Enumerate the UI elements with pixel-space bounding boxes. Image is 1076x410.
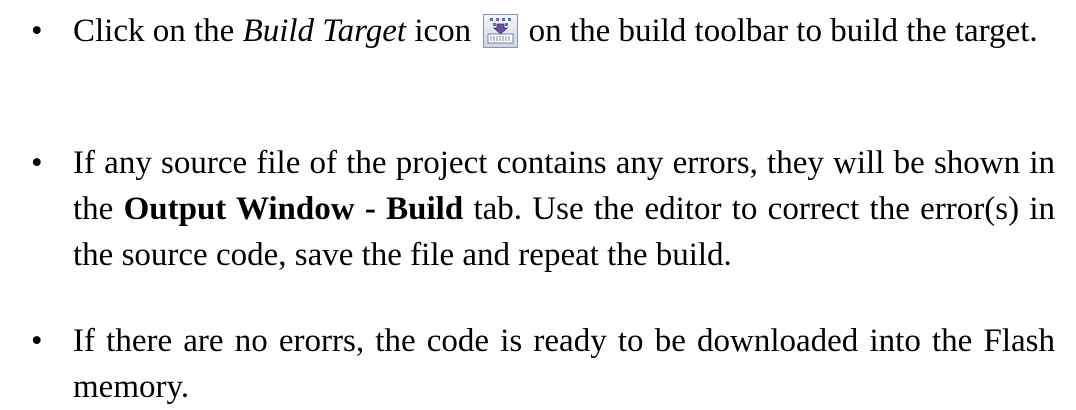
text-segment: Click on the xyxy=(73,13,243,49)
list-item-text: If any source file of the project contai… xyxy=(73,140,1055,278)
build-target-icon xyxy=(483,14,519,48)
emphasis-build-target: Build Target xyxy=(242,13,407,49)
output-window-build-label: Output Window - Build xyxy=(123,191,464,227)
list-item-text: If there are no erorrs, the code is read… xyxy=(73,323,1055,405)
text-segment: icon xyxy=(406,13,480,49)
text-segment: on the build toolbar to build the target… xyxy=(520,13,1038,49)
bullet-marker: • xyxy=(31,323,43,359)
list-item-text: Click on the Build Target icon on the bu… xyxy=(73,8,1055,54)
bullet-marker: • xyxy=(31,13,43,49)
document-page: • Click on the Build Target icon on the … xyxy=(0,0,1076,407)
bullet-marker: • xyxy=(31,145,43,181)
